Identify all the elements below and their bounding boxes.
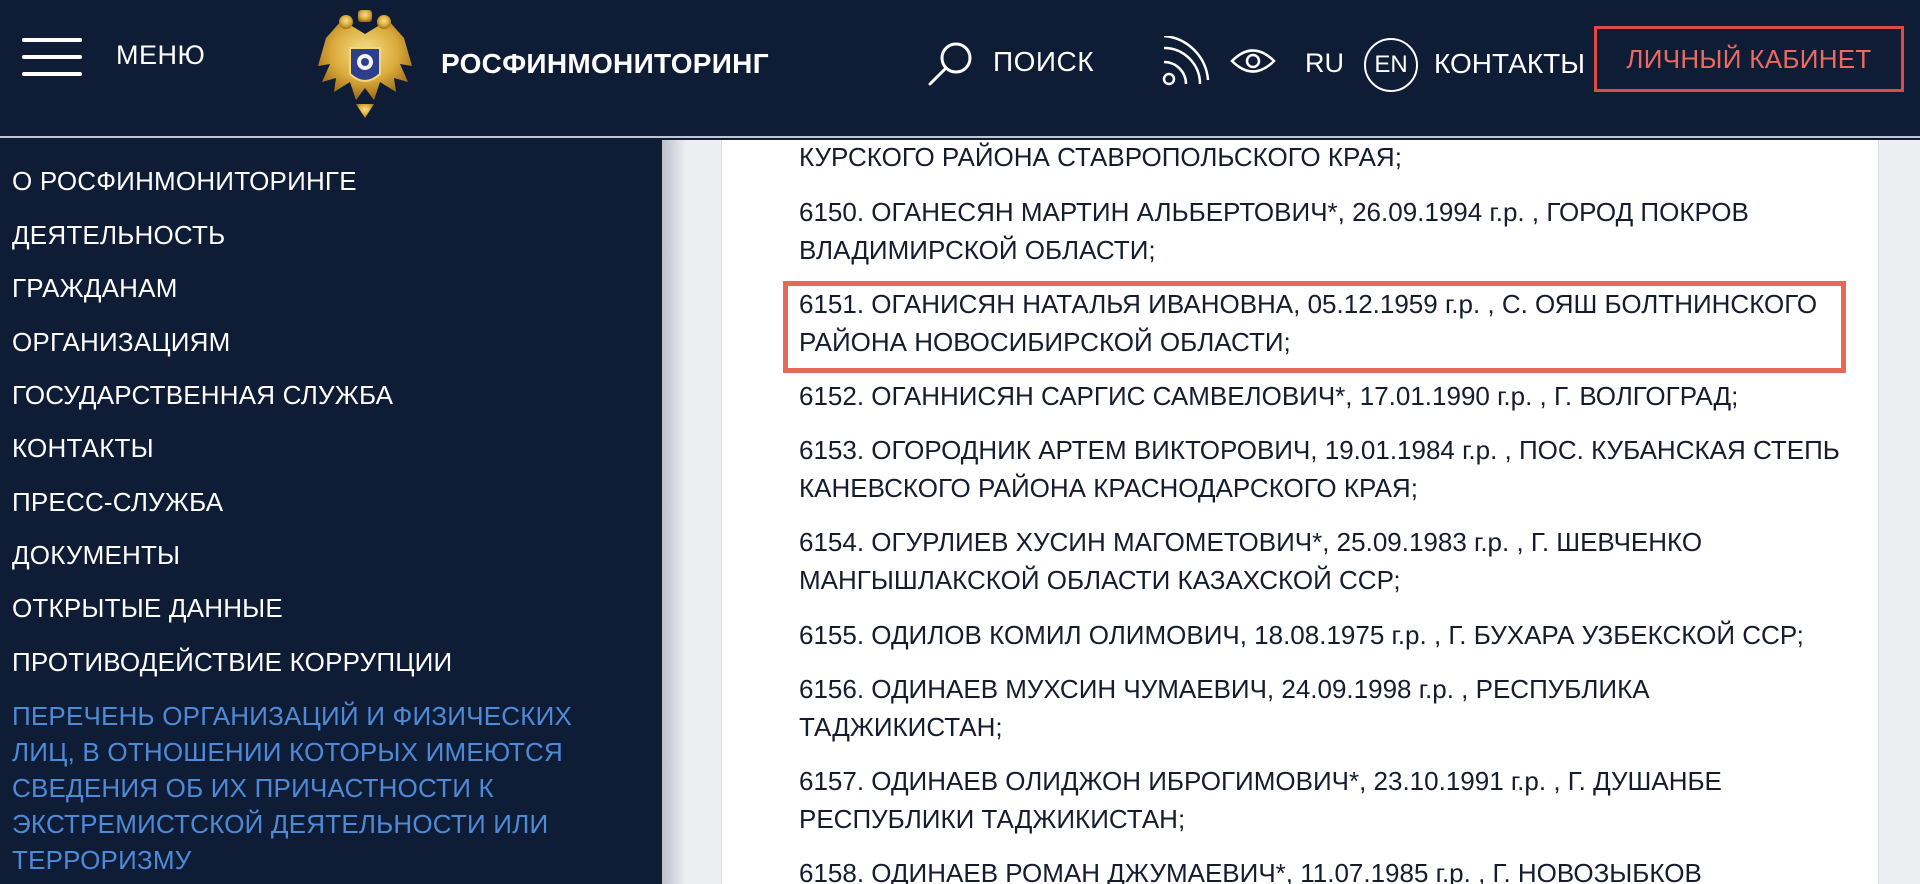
list-item: 6156. ОДИНАЕВ МУХСИН ЧУМАЕВИЧ, 24.09.199… bbox=[799, 674, 1650, 742]
list-item: 6155. ОДИЛОВ КОМИЛ ОЛИМОВИЧ, 18.08.1975 … bbox=[799, 620, 1804, 650]
sidebar-item-activity[interactable]: ДЕЯТЕЛЬНОСТЬ bbox=[12, 220, 225, 251]
search-label[interactable]: ПОИСК bbox=[993, 46, 1094, 78]
sidebar-item-press[interactable]: ПРЕСС-СЛУЖБА bbox=[12, 487, 223, 518]
eye-icon[interactable] bbox=[1230, 46, 1276, 76]
sidebar-item-contacts[interactable]: КОНТАКТЫ bbox=[12, 433, 154, 464]
coat-of-arms-icon[interactable] bbox=[312, 8, 418, 120]
list-item: 6157. ОДИНАЕВ ОЛИДЖОН ИБРОГИМОВИЧ*, 23.1… bbox=[799, 766, 1722, 834]
menu-label[interactable]: МЕНЮ bbox=[116, 40, 205, 71]
list-item: 6150. ОГАНЕСЯН МАРТИН АЛЬБЕРТОВИЧ*, 26.0… bbox=[799, 197, 1749, 265]
sidebar-item-open-data[interactable]: ОТКРЫТЫЕ ДАННЫЕ bbox=[12, 593, 283, 624]
rss-icon[interactable] bbox=[1160, 36, 1210, 88]
list-item: 6154. ОГУРЛИЕВ ХУСИН МАГОМЕТОВИЧ*, 25.09… bbox=[799, 527, 1703, 595]
list-item: КУРСКОГО РАЙОНА СТАВРОПОЛЬСКОГО КРАЯ; bbox=[799, 142, 1402, 172]
sidebar-item-citizens[interactable]: ГРАЖДАНАМ bbox=[12, 273, 178, 304]
sidebar-item-anticorruption[interactable]: ПРОТИВОДЕЙСТВИЕ КОРРУПЦИИ bbox=[12, 647, 452, 678]
sidebar-item-terrorist-list[interactable]: ПЕРЕЧЕНЬ ОРГАНИЗАЦИЙ И ФИЗИЧЕСКИХ ЛИЦ, В… bbox=[12, 698, 632, 878]
sidebar-item-documents[interactable]: ДОКУМЕНТЫ bbox=[12, 540, 180, 571]
list-item: 6152. ОГАННИСЯН САРГИС САМВЕЛОВИЧ*, 17.0… bbox=[799, 381, 1739, 411]
list-item: 6158. ОДИНАЕВ РОМАН ДЖУМАЕВИЧ*, 11.07.19… bbox=[799, 858, 1702, 884]
brand-name[interactable]: РОСФИНМОНИТОРИНГ bbox=[441, 48, 769, 80]
lang-en-link[interactable]: EN bbox=[1364, 38, 1418, 92]
contacts-link[interactable]: КОНТАКТЫ bbox=[1434, 48, 1585, 80]
sidebar-item-about[interactable]: О РОСФИНМОНИТОРИНГЕ bbox=[12, 166, 357, 197]
personal-cabinet-button[interactable]: ЛИЧНЫЙ КАБИНЕТ bbox=[1594, 26, 1904, 92]
search-icon[interactable] bbox=[926, 40, 976, 86]
highlight-box bbox=[783, 281, 1846, 373]
content-panel: КУРСКОГО РАЙОНА СТАВРОПОЛЬСКОГО КРАЯ; 61… bbox=[721, 140, 1879, 884]
list-item: 6153. ОГОРОДНИК АРТЕМ ВИКТОРОВИЧ, 19.01.… bbox=[799, 435, 1840, 503]
sidebar-item-civil-service[interactable]: ГОСУДАРСТВЕННАЯ СЛУЖБА bbox=[12, 380, 393, 411]
sidebar-item-organizations[interactable]: ОРГАНИЗАЦИЯМ bbox=[12, 327, 231, 358]
main-area-shadow bbox=[662, 140, 686, 884]
lang-ru-link[interactable]: RU bbox=[1305, 48, 1344, 79]
menu-icon[interactable] bbox=[22, 38, 82, 78]
sidebar-nav: О РОСФИНМОНИТОРИНГЕ ДЕЯТЕЛЬНОСТЬ ГРАЖДАН… bbox=[0, 140, 662, 884]
site-header: МЕНЮ РОСФИНМОНИТОРИНГ ПОИСК RU EN КОНТАК… bbox=[0, 0, 1920, 138]
